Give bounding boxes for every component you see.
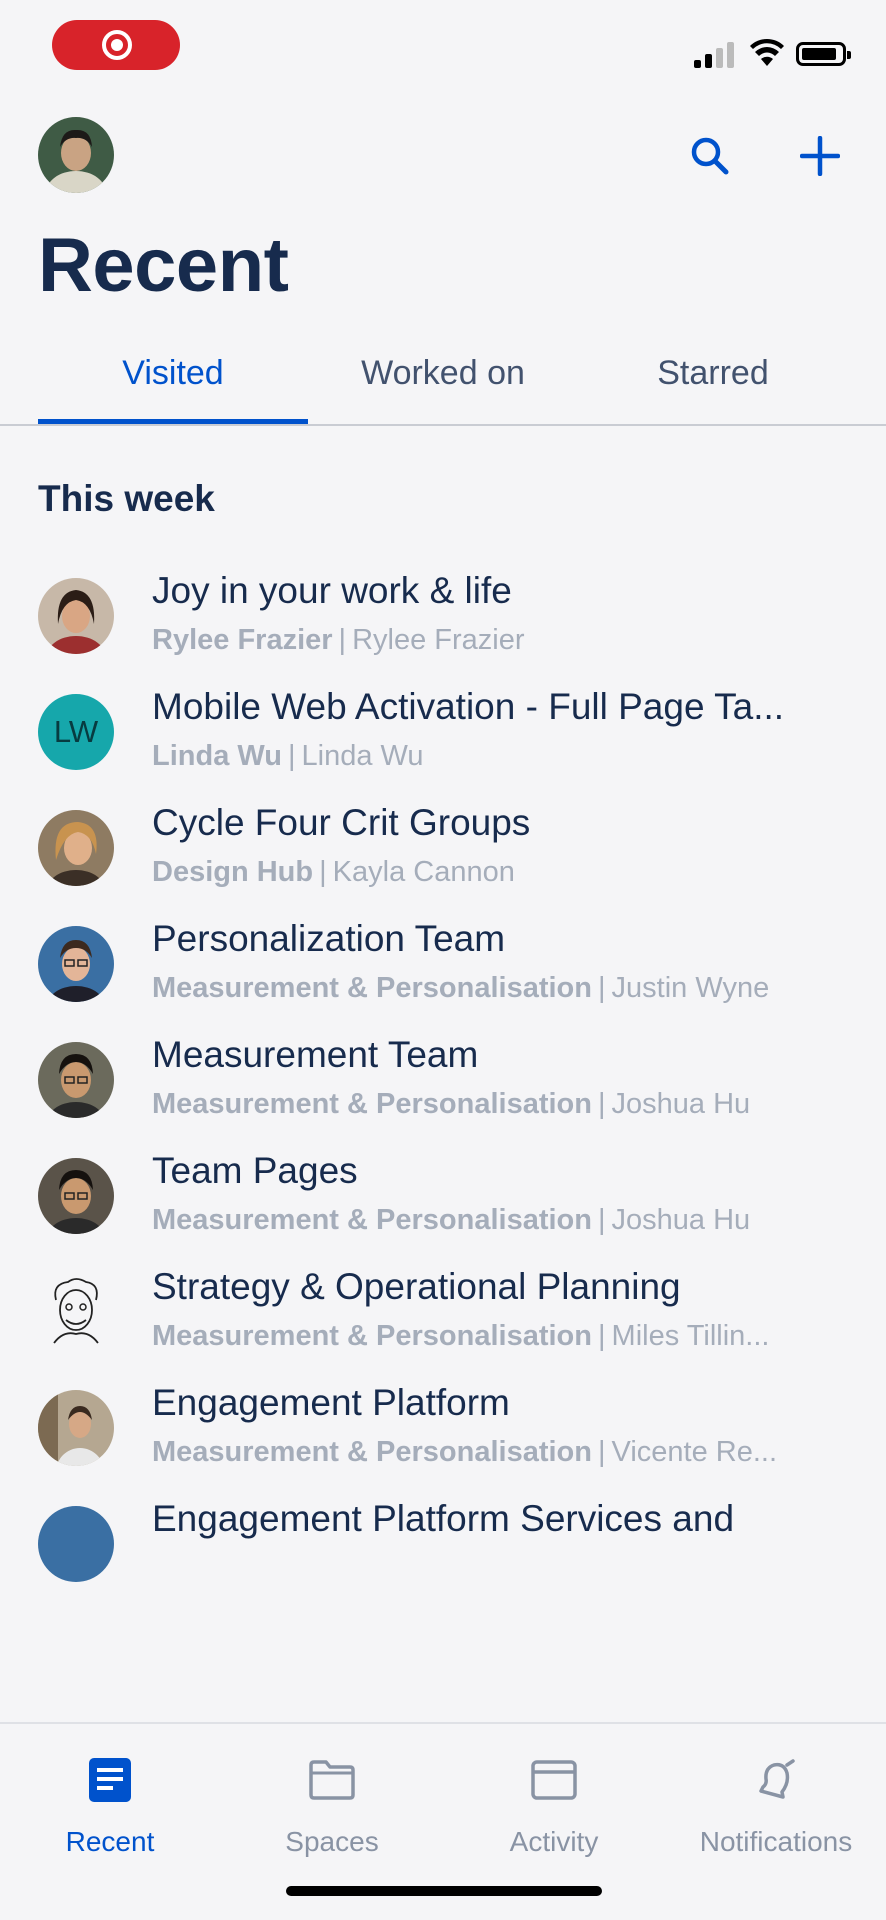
item-title: Engagement Platform	[152, 1382, 510, 1423]
avatar	[38, 926, 114, 1002]
nav-spaces[interactable]: Spaces	[222, 1752, 442, 1858]
cellular-signal-icon	[694, 40, 736, 68]
tab-bar: Visited Worked on Starred	[0, 340, 886, 426]
item-subtitle: Measurement & Personalisation | Joshua Hu	[152, 1088, 751, 1120]
screen-record-icon[interactable]	[52, 20, 180, 70]
search-icon[interactable]	[682, 128, 738, 184]
item-title: Mobile Web Activation - Full Page Ta...	[152, 686, 785, 727]
item-subtitle: Linda Wu | Linda Wu	[152, 740, 424, 772]
avatar	[38, 1274, 114, 1350]
item-title: Engagement Platform Services and	[152, 1498, 735, 1539]
nav-notifications[interactable]: Notifications	[666, 1752, 886, 1858]
bell-icon	[666, 1752, 886, 1808]
item-subtitle: Measurement & Personalisation | Miles Till…	[152, 1320, 770, 1352]
tab-visited[interactable]: Visited	[38, 354, 308, 393]
item-title: Cycle Four Crit Groups	[152, 802, 531, 843]
item-subtitle: Measurement & Personalisation | Joshua Hu	[152, 1204, 751, 1236]
item-subtitle: Measurement & Personalisation | Vicente Re…	[152, 1436, 778, 1468]
avatar: LW	[38, 694, 114, 770]
home-indicator[interactable]	[286, 1886, 602, 1896]
recent-doc-icon	[0, 1752, 220, 1808]
section-heading: This week	[38, 478, 215, 519]
item-title: Joy in your work & life	[152, 570, 512, 611]
recent-list: Joy in your work & life Rylee Frazier | Ry…	[0, 556, 886, 1722]
item-subtitle: Measurement & Personalisation | Justin Wyn…	[152, 972, 770, 1004]
avatar	[38, 1042, 114, 1118]
item-subtitle: Design Hub | Kayla Cannon	[152, 856, 515, 888]
item-title: Measurement Team	[152, 1034, 479, 1075]
avatar	[38, 1390, 114, 1466]
active-tab-indicator	[38, 419, 308, 424]
profile-avatar[interactable]	[38, 117, 114, 193]
activity-icon	[444, 1752, 664, 1808]
avatar	[38, 1158, 114, 1234]
nav-activity[interactable]: Activity	[444, 1752, 664, 1858]
tab-starred[interactable]: Starred	[578, 354, 848, 393]
avatar	[38, 578, 114, 654]
item-title: Team Pages	[152, 1150, 358, 1191]
nav-recent[interactable]: Recent	[0, 1752, 220, 1858]
item-title: Strategy & Operational Planning	[152, 1266, 681, 1307]
item-title: Personalization Team	[152, 918, 506, 959]
status-bar	[0, 0, 886, 100]
item-subtitle: Rylee Frazier | Rylee Frazier	[152, 624, 525, 656]
avatar	[38, 1506, 114, 1582]
plus-icon[interactable]	[792, 128, 848, 184]
folder-icon	[222, 1752, 442, 1808]
battery-icon	[796, 42, 851, 66]
page-title: Recent	[38, 223, 289, 308]
avatar	[38, 810, 114, 886]
wifi-icon	[750, 38, 784, 66]
list-item[interactable]: Engagement Platform Services and	[0, 1484, 886, 1626]
tab-worked-on[interactable]: Worked on	[308, 354, 578, 393]
